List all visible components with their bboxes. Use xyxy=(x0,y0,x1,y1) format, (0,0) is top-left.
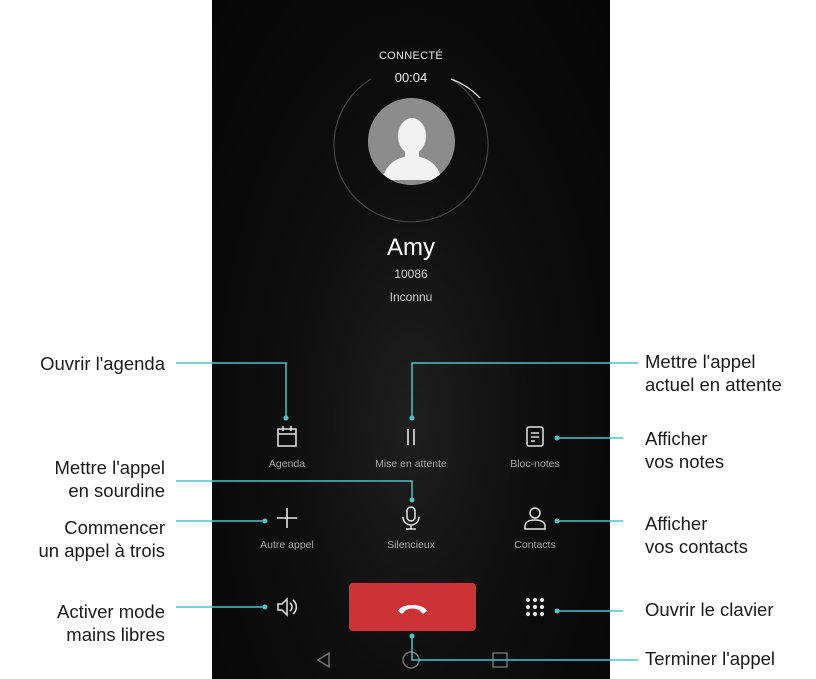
add-call-label: Autre appel xyxy=(260,539,314,551)
mute-button[interactable]: Silencieux xyxy=(356,505,466,551)
notepad-icon xyxy=(526,426,544,447)
annotation-open-agenda: Ouvrir l'agenda xyxy=(40,353,165,374)
mute-label: Silencieux xyxy=(387,539,435,551)
annotation-speaker-line2: mains libres xyxy=(66,624,165,645)
annotation-three-way: Commencer un appel à trois xyxy=(38,516,165,562)
annotation-speaker-line1: Activer mode xyxy=(57,601,165,622)
caller-avatar xyxy=(368,98,455,185)
annotation-speaker: Activer mode mains libres xyxy=(57,600,165,646)
add-call-button[interactable]: Autre appel xyxy=(232,505,342,551)
speaker-button[interactable] xyxy=(232,594,342,620)
annotation-contacts: Afficher vos contacts xyxy=(645,512,748,558)
hang-up-icon xyxy=(398,605,427,614)
calendar-icon xyxy=(277,426,297,447)
agenda-button[interactable]: Agenda xyxy=(232,424,342,470)
person-icon xyxy=(524,507,546,530)
end-call-button[interactable] xyxy=(349,583,476,631)
dialpad-button[interactable] xyxy=(480,594,590,620)
annotation-dialpad: Ouvrir le clavier xyxy=(645,599,774,620)
caller-tag: Inconnu xyxy=(389,290,433,304)
annotation-hold-line2: actuel en attente xyxy=(645,374,782,395)
annotation-hold-line1: Mettre l'appel xyxy=(645,351,756,372)
home-circle-icon[interactable] xyxy=(401,650,421,670)
back-triangle-icon[interactable] xyxy=(314,650,334,670)
microphone-icon xyxy=(402,506,420,530)
contacts-label: Contacts xyxy=(514,539,556,551)
annotation-contacts-line2: vos contacts xyxy=(645,536,748,557)
annotation-notes-line1: Afficher xyxy=(645,428,708,449)
annotation-three-way-line2: un appel à trois xyxy=(38,540,165,561)
caller-number: 10086 xyxy=(394,267,428,281)
annotation-hold: Mettre l'appel actuel en attente xyxy=(645,350,782,396)
annotation-three-way-line1: Commencer xyxy=(64,517,165,538)
annotation-notes: Afficher vos notes xyxy=(645,427,724,473)
recents-square-icon[interactable] xyxy=(490,650,510,670)
pause-icon xyxy=(407,429,415,445)
notes-button[interactable]: Bloc-notes xyxy=(480,424,590,470)
plus-icon xyxy=(277,508,297,528)
annotation-contacts-line1: Afficher xyxy=(645,513,708,534)
contacts-button[interactable]: Contacts xyxy=(480,505,590,551)
annotation-mute: Mettre l'appel en sourdine xyxy=(55,456,165,502)
speaker-icon xyxy=(277,597,298,617)
hold-label: Mise en attente xyxy=(375,458,447,470)
annotation-notes-line2: vos notes xyxy=(645,451,725,472)
person-silhouette-icon xyxy=(368,98,455,185)
dialpad-icon xyxy=(525,597,545,617)
caller-name: Amy xyxy=(387,234,435,261)
in-call-screen: CONNECTÉ 00:04 Amy 10086 Inconnu Agenda … xyxy=(212,0,610,679)
notes-label: Bloc-notes xyxy=(510,458,560,470)
annotation-mute-line1: Mettre l'appel xyxy=(54,457,165,478)
agenda-label: Agenda xyxy=(268,458,306,470)
annotation-mute-line2: en sourdine xyxy=(68,480,165,501)
hold-button[interactable]: Mise en attente xyxy=(356,424,466,470)
annotation-end-call: Terminer l'appel xyxy=(645,648,776,669)
